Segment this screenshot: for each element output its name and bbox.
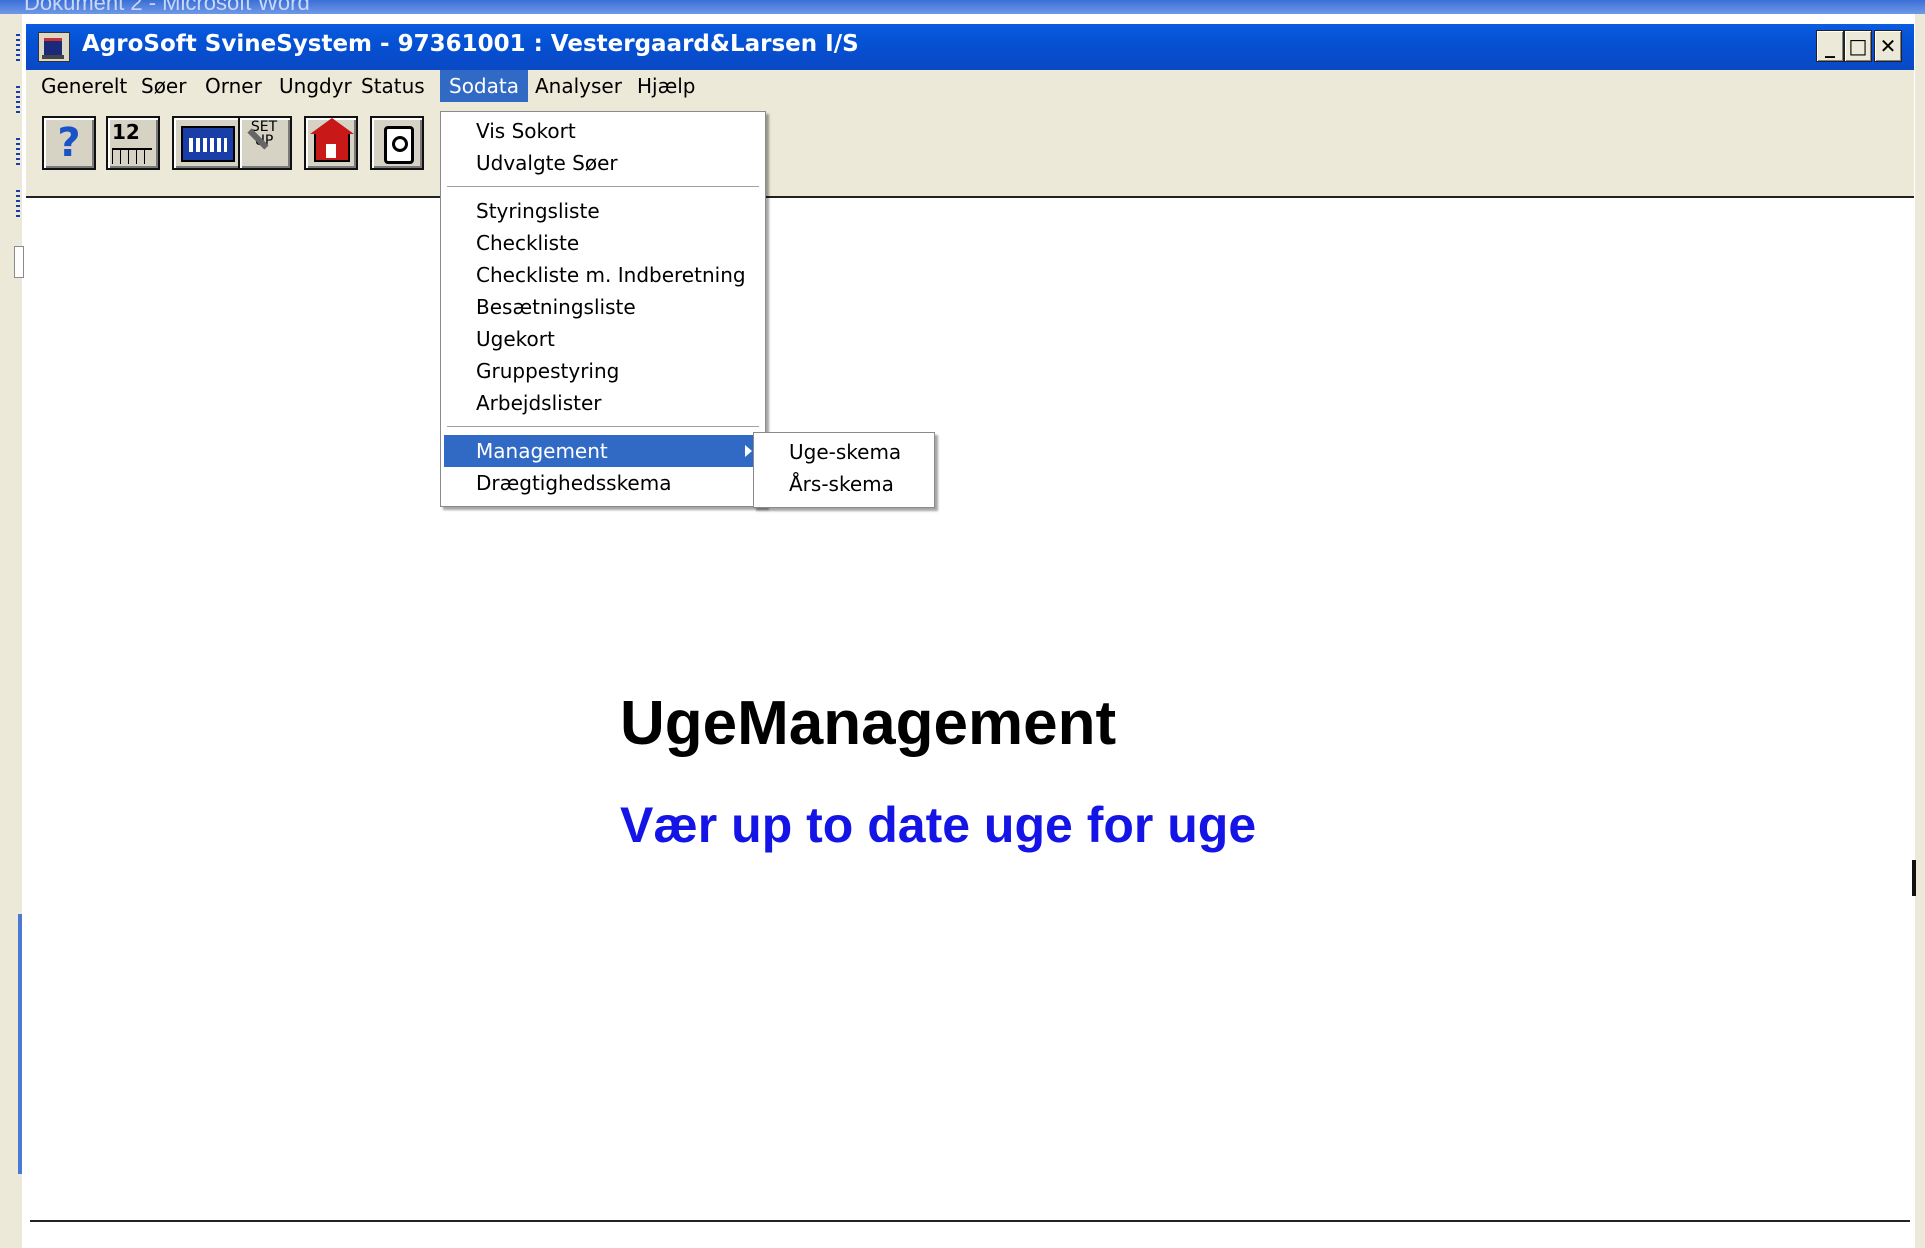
background-word-title: Dokument 2 - Microsoft Word	[24, 0, 310, 14]
submenu-arrow-icon	[745, 445, 752, 457]
menu-hjaelp[interactable]: Hjælp	[628, 70, 705, 102]
vertical-ruler-line	[18, 914, 22, 1174]
menu-ungdyr[interactable]: Ungdyr	[270, 70, 361, 102]
ruler-marker	[14, 246, 24, 278]
menu-item-vis-sokort[interactable]: Vis Sokort	[444, 115, 762, 147]
menu-generelt[interactable]: Generelt	[32, 70, 136, 102]
menu-item-udvalgte-soer[interactable]: Udvalgte Søer	[444, 147, 762, 179]
menu-item-arbejdslister[interactable]: Arbejdslister	[444, 387, 762, 419]
menu-item-styringsliste[interactable]: Styringsliste	[444, 195, 762, 227]
calendar-button[interactable]: 12	[106, 116, 160, 170]
toolbar-grip-icon	[16, 34, 20, 64]
menu-item-management-label: Management	[476, 439, 608, 463]
menu-item-gruppestyring[interactable]: Gruppestyring	[444, 355, 762, 387]
menu-item-uge-skema[interactable]: Uge-skema	[757, 436, 931, 468]
setup-button[interactable]: SET UP	[238, 116, 292, 170]
menu-status[interactable]: Status	[352, 70, 434, 102]
minimize-button[interactable]: _	[1816, 30, 1844, 62]
menu-sodata[interactable]: Sodata	[440, 70, 528, 102]
background-word-left-strip	[0, 14, 24, 1248]
toolbar: ? 12 SET UP	[26, 102, 1914, 198]
maximize-button[interactable]: □	[1844, 30, 1872, 62]
menu-item-checkliste[interactable]: Checkliste	[444, 227, 762, 259]
home-icon	[310, 118, 354, 162]
exit-icon	[384, 126, 414, 164]
menu-analyser[interactable]: Analyser	[526, 70, 631, 102]
menu-item-ugekort[interactable]: Ugekort	[444, 323, 762, 355]
slide-heading: UgeManagement	[620, 689, 1117, 758]
calculator-button[interactable]	[172, 116, 242, 170]
agrosoft-window: AgroSoft SvineSystem - 97361001 : Vester…	[26, 24, 1914, 1248]
window-edge-mark	[1912, 860, 1916, 896]
toolbar-grip-icon	[16, 138, 20, 168]
menu-orner[interactable]: Orner	[196, 70, 271, 102]
slide-subheading: Vær up to date uge for uge	[620, 797, 1257, 853]
menu-item-besaetningsliste[interactable]: Besætningsliste	[444, 291, 762, 323]
background-word-titlebar: Dokument 2 - Microsoft Word	[0, 0, 1925, 14]
sodata-dropdown: Vis Sokort Udvalgte Søer Styringsliste C…	[440, 111, 766, 507]
agrosoft-app-icon[interactable]	[38, 32, 70, 62]
calendar-icon: 12	[112, 120, 140, 144]
titlebar[interactable]: AgroSoft SvineSystem - 97361001 : Vester…	[26, 24, 1914, 70]
menu-separator	[447, 186, 759, 188]
menu-soer[interactable]: Søer	[132, 70, 195, 102]
help-icon: ?	[57, 120, 81, 166]
menu-item-draegtighedsskema[interactable]: Drægtighedsskema	[444, 467, 762, 499]
help-button[interactable]: ?	[42, 116, 96, 170]
toolbar-grip-icon	[16, 86, 20, 116]
calculator-icon	[181, 126, 235, 162]
background-word-right-strip	[1915, 14, 1925, 1248]
management-submenu: Uge-skema Års-skema	[753, 432, 935, 508]
menu-item-checkliste-indberetning[interactable]: Checkliste m. Indberetning	[444, 259, 762, 291]
status-divider	[30, 1220, 1910, 1222]
home-button[interactable]	[304, 116, 358, 170]
exit-button[interactable]	[370, 116, 424, 170]
close-button[interactable]: ✕	[1874, 30, 1902, 62]
calendar-grid-icon	[112, 148, 152, 164]
menubar: Generelt Søer Orner Ungdyr Status Sodata…	[26, 70, 1914, 102]
menu-separator	[447, 426, 759, 428]
toolbar-grip-icon	[16, 190, 20, 220]
menu-item-management[interactable]: Management	[444, 435, 762, 467]
window-title: AgroSoft SvineSystem - 97361001 : Vester…	[82, 31, 859, 57]
menu-item-aars-skema[interactable]: Års-skema	[757, 468, 931, 500]
